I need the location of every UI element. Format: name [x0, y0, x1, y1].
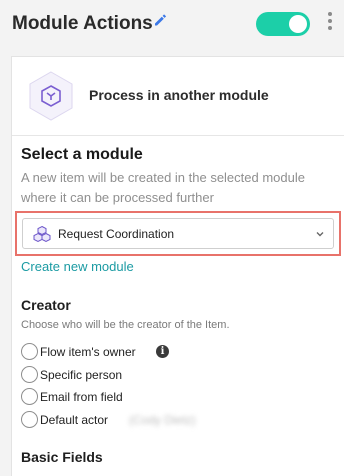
enable-toggle[interactable] [256, 12, 310, 36]
panel-title: Process in another module [89, 87, 269, 103]
default-actor-name: (Cody Dietz) [129, 413, 196, 427]
page-title: Module Actions [12, 13, 153, 34]
radio-button[interactable] [21, 388, 38, 405]
module-select[interactable]: Request Coordination [22, 218, 334, 249]
select-highlight: Request Coordination [15, 211, 341, 256]
select-value: Request Coordination [58, 227, 175, 241]
basic-fields-heading: Basic Fields [21, 449, 103, 465]
pencil-icon[interactable] [153, 13, 167, 27]
radio-label: Specific person [40, 368, 123, 382]
radio-button[interactable] [21, 366, 38, 383]
creator-heading: Creator [21, 297, 71, 313]
chevron-down-icon [316, 232, 324, 237]
panel-header: Process in another module [12, 57, 344, 136]
select-module-description: A new item will be created in the select… [21, 170, 305, 205]
cube-stack-icon [33, 225, 51, 243]
create-new-module-link[interactable]: Create new module [21, 259, 134, 274]
radio-label: Default actor [40, 413, 109, 427]
toggle-knob [289, 15, 307, 33]
header: Module Actions [0, 0, 344, 50]
radio-button[interactable] [21, 411, 38, 428]
select-module-heading: Select a module [21, 146, 143, 163]
action-panel: Process in another module Select a modul… [11, 56, 344, 476]
radio-label: Flow item's owner [40, 345, 136, 359]
radio-button[interactable] [21, 343, 38, 360]
radio-label: Email from field [40, 390, 123, 404]
module-hexagon-icon [29, 71, 73, 121]
info-icon[interactable]: i [156, 345, 169, 358]
creator-description: Choose who will be the creator of the It… [21, 319, 230, 331]
more-options-icon[interactable] [325, 12, 335, 34]
